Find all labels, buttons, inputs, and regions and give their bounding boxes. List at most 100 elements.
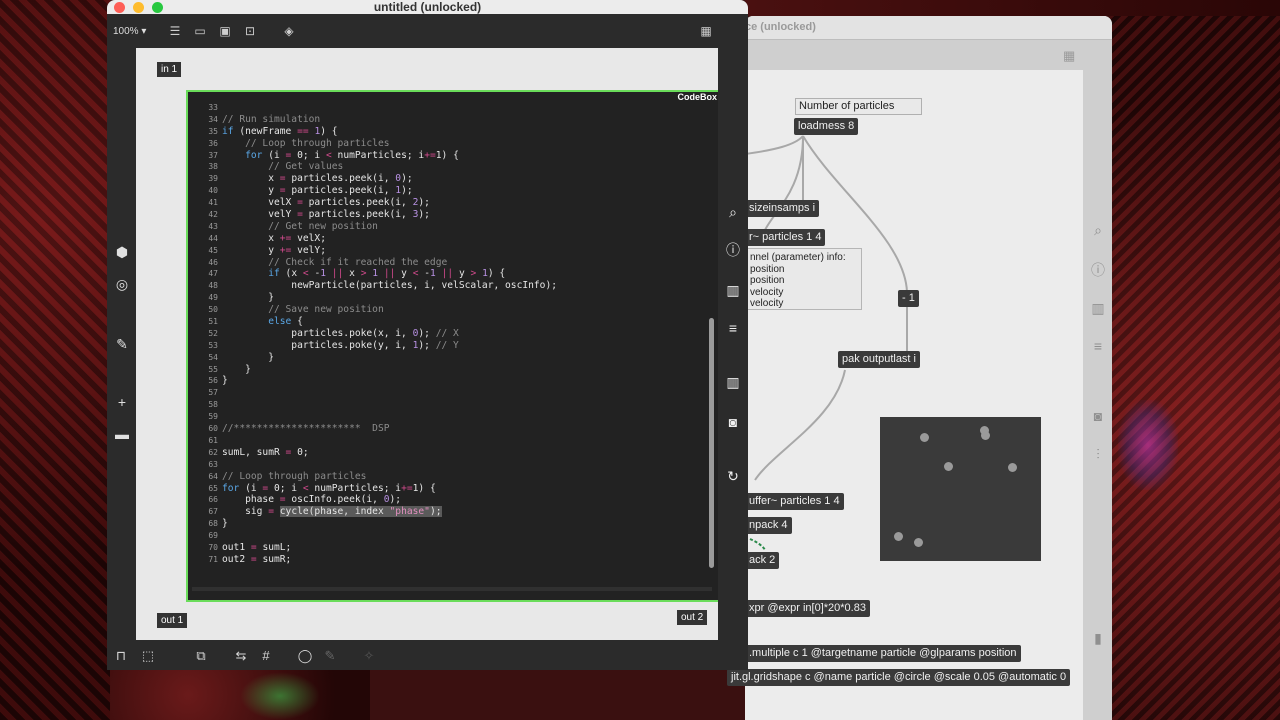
code-line[interactable]: 65 for (i = 0; i < numParticles; i+=1) { bbox=[192, 483, 697, 495]
code-line[interactable]: 51 else { bbox=[192, 316, 697, 328]
line-number: 45 bbox=[208, 245, 218, 255]
mixer-icon[interactable]: ⫶ bbox=[1090, 446, 1106, 462]
code-line[interactable]: 71 out2 = sumR; bbox=[192, 554, 697, 566]
jit-gl-multiple-object[interactable]: .multiple c 1 @targetname particle @glpa… bbox=[745, 645, 1021, 662]
sizeinsamps-object[interactable]: sizeinsamps i bbox=[745, 200, 820, 217]
loadmess-object[interactable]: loadmess 8 bbox=[794, 118, 859, 135]
patch-canvas[interactable]: in 1 CodeBox 33 34 // Run simulation 35 if (… bbox=[136, 48, 722, 640]
code-icon[interactable]: ⊡ bbox=[242, 24, 258, 38]
code-line[interactable]: 57 bbox=[192, 387, 697, 399]
outlet-1-object[interactable]: out 1 bbox=[157, 613, 188, 628]
code-line[interactable]: 35 if (newFrame == 1) { bbox=[192, 126, 697, 138]
code-line[interactable]: 60 //********************** DSP bbox=[192, 423, 697, 435]
code-line[interactable]: 70 out1 = sumL; bbox=[192, 542, 697, 554]
code-line[interactable]: 56} bbox=[192, 375, 697, 387]
code-line[interactable]: 59 bbox=[192, 411, 697, 423]
code-line[interactable]: 52 particles.poke(x, i, 0); // X bbox=[192, 328, 697, 340]
cube-icon[interactable]: ⬢ bbox=[114, 244, 130, 260]
code-line[interactable]: 46 // Check if it reached the edge bbox=[192, 257, 697, 269]
back-window-titlebar[interactable]: ce (unlocked) bbox=[745, 16, 1112, 40]
book-icon[interactable]: ▥ bbox=[725, 374, 741, 390]
buffer-particles-object[interactable]: r~ particles 1 4 bbox=[745, 229, 826, 246]
edit-mode-icon[interactable]: ⬚ bbox=[140, 648, 156, 664]
code-line[interactable]: 40 y = particles.peek(i, 1); bbox=[192, 185, 697, 197]
code-line[interactable]: 64 // Loop through particles bbox=[192, 471, 697, 483]
minus-one-object[interactable]: - 1 bbox=[898, 290, 919, 307]
code-line[interactable]: 69 bbox=[192, 530, 697, 542]
code-line[interactable]: 41 velX = particles.peek(i, 2); bbox=[192, 197, 697, 209]
code-line[interactable]: 53 particles.poke(y, i, 1); // Y bbox=[192, 340, 697, 352]
paint-bucket-icon[interactable]: ◈ bbox=[281, 24, 297, 38]
list-icon[interactable]: ≡ bbox=[1090, 338, 1106, 354]
code-line[interactable]: 67 sig = cycle(phase, index "phase"); bbox=[192, 506, 697, 518]
code-line[interactable]: 42 velY = particles.peek(i, 3); bbox=[192, 209, 697, 221]
unpack-object[interactable]: npack 4 bbox=[745, 517, 792, 534]
code-line[interactable]: 50 // Save new position bbox=[192, 304, 697, 316]
code-line[interactable]: 48 newParticle(particles, i, velScalar, … bbox=[192, 280, 697, 292]
code-line[interactable]: 68} bbox=[192, 518, 697, 530]
paperclip-icon[interactable]: ✎ bbox=[114, 336, 130, 352]
search-icon[interactable]: ⌕ bbox=[1090, 222, 1106, 238]
jit-gl-gridshape-object[interactable]: jit.gl.gridshape c @name particle @circl… bbox=[727, 669, 1071, 686]
main-window-titlebar[interactable]: untitled (unlocked) bbox=[107, 0, 748, 14]
debug-icon[interactable]: ✎ bbox=[322, 648, 338, 664]
code-line[interactable]: 33 bbox=[192, 102, 697, 114]
code-line[interactable]: 63 bbox=[192, 459, 697, 471]
pak-outputlast-object[interactable]: pak outputlast i bbox=[838, 351, 920, 368]
line-number: 51 bbox=[208, 317, 218, 327]
horizontal-scrollbar[interactable] bbox=[192, 587, 712, 591]
codebox-object[interactable]: CodeBox 33 34 // Run simulation 35 if (newFr… bbox=[186, 90, 722, 602]
code-line[interactable]: 61 bbox=[192, 435, 697, 447]
code-line[interactable]: 39 x = particles.peek(i, 0); bbox=[192, 173, 697, 185]
code-line[interactable]: 43 // Get new position bbox=[192, 221, 697, 233]
code-line[interactable]: 58 bbox=[192, 399, 697, 411]
code-line[interactable]: 34 // Run simulation bbox=[192, 114, 697, 126]
info-icon[interactable]: ⓘ bbox=[725, 242, 741, 258]
code-line[interactable]: 38 // Get values bbox=[192, 161, 697, 173]
code-line[interactable]: 36 // Loop through particles bbox=[192, 138, 697, 150]
back-patcher-window[interactable]: ce (unlocked) ▦ Number of particles load… bbox=[745, 16, 1112, 720]
pack-object[interactable]: ack 2 bbox=[745, 552, 780, 569]
code-line[interactable]: 45 y += velY; bbox=[192, 245, 697, 257]
probe-icon[interactable]: ✧ bbox=[361, 648, 377, 664]
book-icon[interactable]: ▥ bbox=[725, 282, 741, 298]
code-line[interactable]: 44 x += velX; bbox=[192, 233, 697, 245]
search-icon[interactable]: ⌕ bbox=[725, 204, 741, 220]
target-icon[interactable]: ◎ bbox=[114, 276, 130, 292]
buffer-particles-object-2[interactable]: uffer~ particles 1 4 bbox=[745, 493, 844, 510]
code-line[interactable]: 55 } bbox=[192, 364, 697, 376]
expr-object[interactable]: xpr @expr in[0]*20*0.83 bbox=[745, 600, 870, 617]
code-line[interactable]: 62 sumL, sumR = 0; bbox=[192, 447, 697, 459]
outlet-2-object[interactable]: out 2 bbox=[677, 610, 708, 625]
align-icon[interactable]: ⇆ bbox=[233, 648, 249, 664]
lock-icon[interactable]: ⊓ bbox=[113, 648, 129, 664]
plus-icon[interactable]: + bbox=[114, 394, 130, 410]
code-editor[interactable]: 33 34 // Run simulation 35 if (newFrame == 1… bbox=[192, 102, 697, 566]
code-line[interactable]: 49 } bbox=[192, 292, 697, 304]
camera-icon[interactable]: ◙ bbox=[1090, 408, 1106, 424]
list-icon[interactable]: ≡ bbox=[725, 320, 741, 336]
back-patch-canvas[interactable]: Number of particles loadmess 8 sizeinsam… bbox=[745, 70, 1083, 720]
code-line[interactable]: 47 if (x < -1 || x > 1 || y < -1 || y > … bbox=[192, 268, 697, 280]
main-patcher-window[interactable]: untitled (unlocked) 100% ▾ ☰ ▭ ▣ ⊡ ◈ ▦ ⬢… bbox=[107, 0, 748, 670]
vertical-scrollbar[interactable] bbox=[709, 318, 714, 568]
camera-icon[interactable]: ◙ bbox=[725, 414, 741, 430]
refresh-icon[interactable]: ↻ bbox=[725, 468, 741, 484]
particle-display[interactable] bbox=[880, 417, 1041, 561]
grid-icon[interactable]: ▦ bbox=[698, 24, 714, 38]
console-icon[interactable]: ▬ bbox=[114, 426, 130, 442]
grid-icon[interactable]: ▦ bbox=[1063, 48, 1081, 64]
comment-icon[interactable]: ▭ bbox=[192, 24, 208, 38]
code-line[interactable]: 66 phase = oscInfo.peek(i, 0); bbox=[192, 494, 697, 506]
layers-icon[interactable]: ⧉ bbox=[193, 648, 209, 664]
book-icon[interactable]: ▥ bbox=[1090, 300, 1106, 316]
presentation-icon[interactable]: ☰ bbox=[167, 24, 183, 38]
inlet-object[interactable]: in 1 bbox=[157, 62, 182, 77]
code-line[interactable]: 37 for (i = 0; i < numParticles; i+=1) { bbox=[192, 150, 697, 162]
audio-toggle-icon[interactable]: ◯ bbox=[297, 648, 313, 664]
zoom-dropdown[interactable]: 100% ▾ bbox=[113, 26, 146, 37]
grid-icon[interactable]: # bbox=[258, 648, 274, 664]
info-icon[interactable]: ⓘ bbox=[1090, 262, 1106, 278]
image-icon[interactable]: ▣ bbox=[217, 24, 233, 38]
code-line[interactable]: 54 } bbox=[192, 352, 697, 364]
